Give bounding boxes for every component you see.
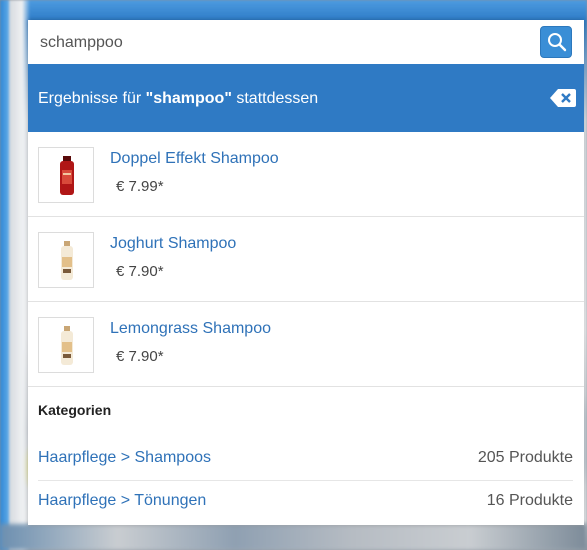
category-count: 16 Produkte: [486, 492, 573, 509]
cream-bottle-icon: [61, 326, 73, 365]
categories-heading: Kategorien: [38, 402, 112, 418]
product-name[interactable]: Joghurt Shampoo: [110, 235, 236, 253]
suggestion-prefix: Ergebnisse für: [38, 90, 146, 107]
product-thumbnail: [38, 147, 94, 203]
product-name[interactable]: Doppel Effekt Shampoo: [110, 150, 279, 168]
clear-icon: [550, 89, 576, 107]
cream-bottle-icon: [61, 241, 73, 280]
search-dropdown-panel: Ergebnisse für "shampoo" stattdessen Dop…: [28, 20, 584, 525]
product-item[interactable]: Joghurt Shampoo € 7.90*: [28, 217, 584, 302]
search-button[interactable]: [540, 26, 572, 58]
category-item[interactable]: Haarpflege > Tönungen 16 Produkte: [38, 481, 573, 523]
suggestion-text: Ergebnisse für "shampoo" stattdessen: [38, 90, 318, 108]
category-label[interactable]: Haarpflege > Tönungen: [38, 492, 206, 510]
product-thumbnail: [38, 317, 94, 373]
search-icon: [548, 33, 567, 52]
background-strip: [0, 524, 587, 550]
red-bottle-icon: [60, 156, 74, 195]
product-name[interactable]: Lemongrass Shampoo: [110, 320, 271, 338]
category-label[interactable]: Haarpflege > Shampoos: [38, 449, 211, 467]
product-price: € 7.90*: [116, 263, 164, 280]
dismiss-button[interactable]: [550, 89, 576, 107]
suggestion-suffix: stattdessen: [231, 90, 319, 107]
product-price: € 7.90*: [116, 348, 164, 365]
suggestion-term[interactable]: "shampoo": [146, 90, 232, 107]
suggestion-banner: Ergebnisse für "shampoo" stattdessen: [28, 64, 584, 132]
category-count: 205 Produkte: [477, 449, 573, 466]
product-item[interactable]: Doppel Effekt Shampoo € 7.99*: [28, 132, 584, 217]
search-bar: [28, 20, 578, 66]
product-thumbnail: [38, 232, 94, 288]
product-item[interactable]: Lemongrass Shampoo € 7.90*: [28, 302, 584, 387]
search-input[interactable]: [38, 20, 532, 66]
category-item[interactable]: Haarpflege > Shampoos 205 Produkte: [38, 438, 573, 481]
product-price: € 7.99*: [116, 178, 164, 195]
